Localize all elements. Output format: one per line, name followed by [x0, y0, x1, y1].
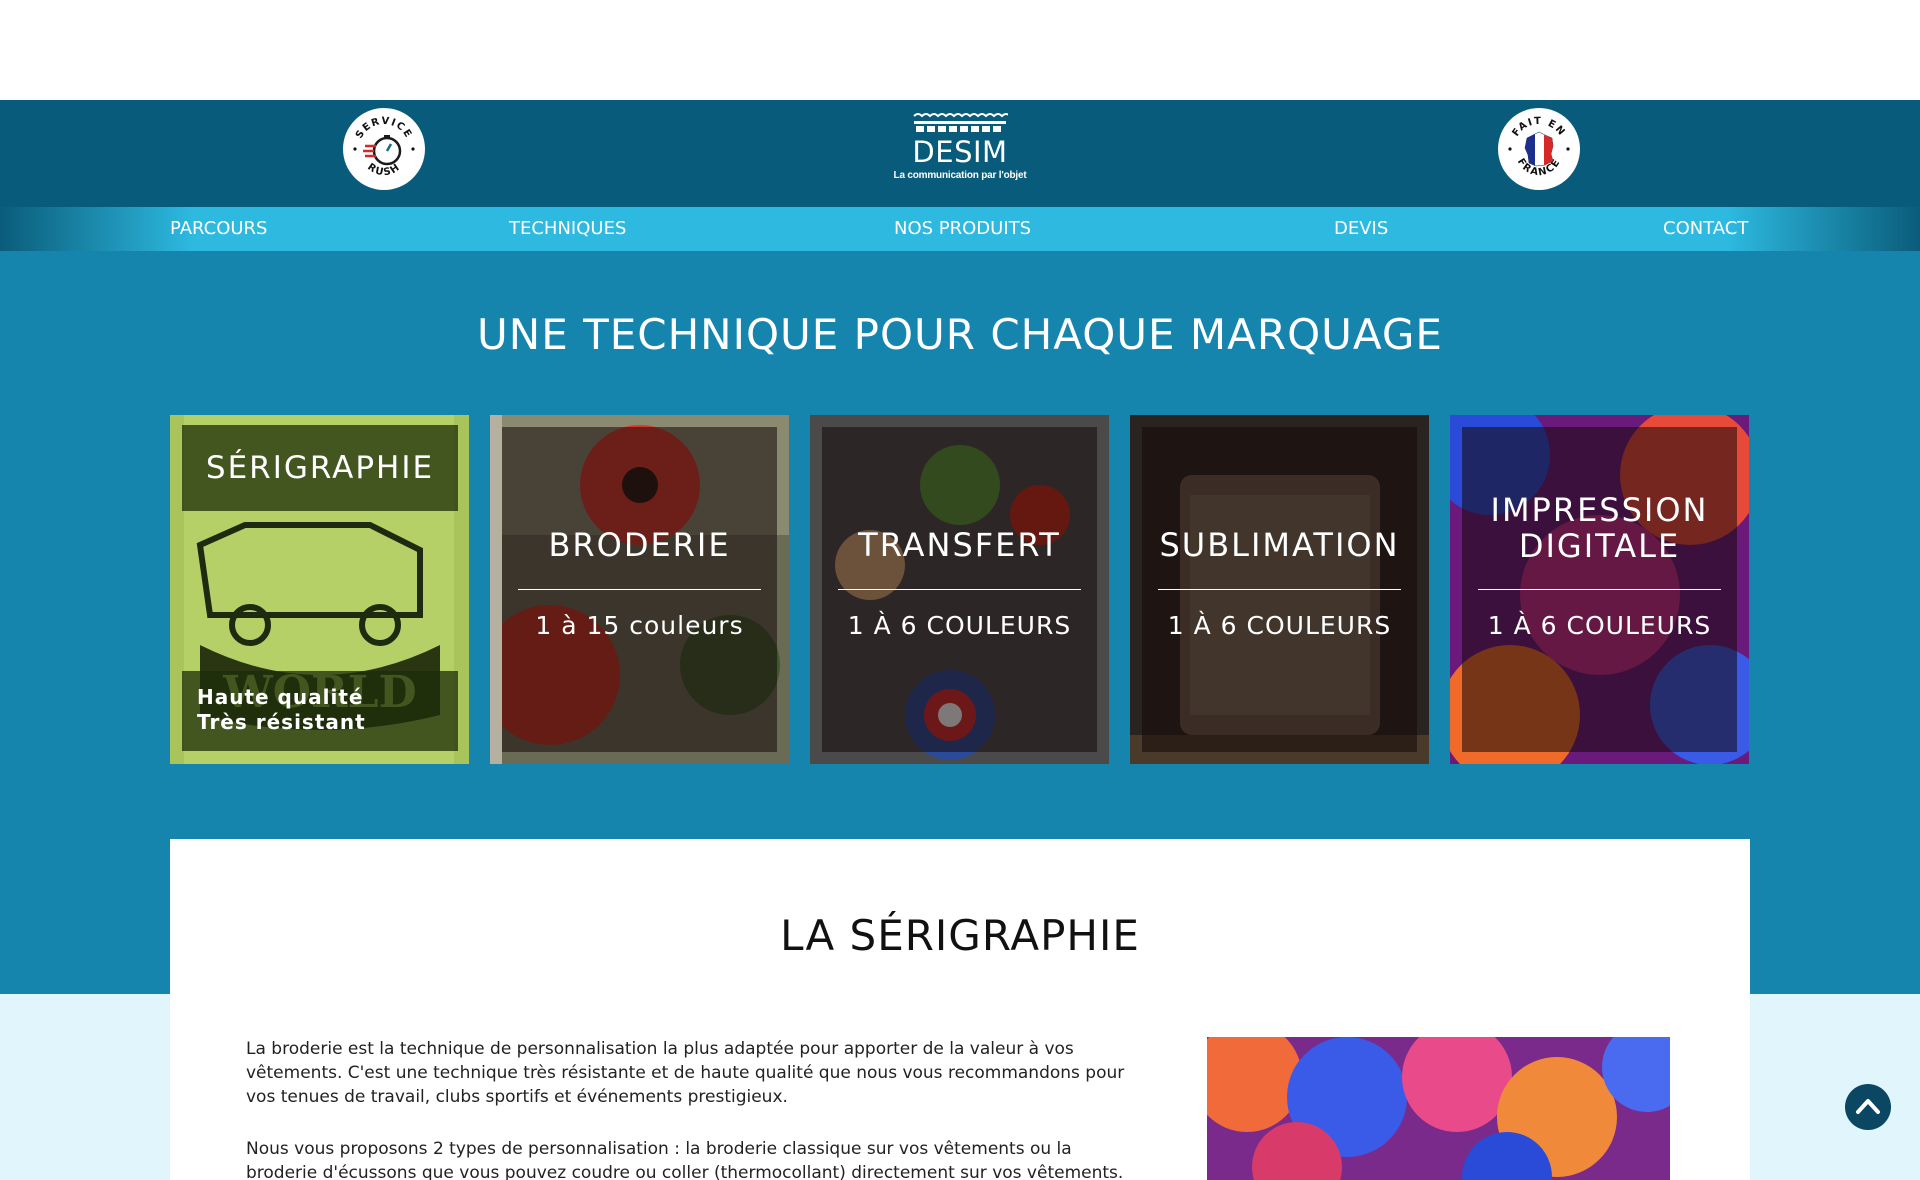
card-sublimation[interactable]: SUBLIMATION 1 À 6 COULEURS — [1130, 415, 1429, 764]
card-serigraphie[interactable]: WORLD SÉRIGRAPHIE Haute qualité Très rés… — [170, 415, 469, 764]
card-divider — [518, 589, 761, 590]
nav-item-contact[interactable]: CONTACT — [1663, 217, 1748, 241]
fait-en-france-badge[interactable]: FAIT EN FRANCE — [1498, 108, 1580, 190]
card-title: SÉRIGRAPHIE — [205, 450, 435, 486]
stopwatch-icon: SERVICE RUSH — [353, 116, 415, 178]
card-divider — [838, 589, 1081, 590]
card-title: SUBLIMATION — [1159, 526, 1400, 564]
content-paragraph: Nous vous proposons 2 types de personnal… — [246, 1139, 1124, 1180]
nav-item-techniques[interactable]: TECHNIQUES — [509, 217, 626, 241]
card-broderie[interactable]: BRODERIE 1 à 15 couleurs — [490, 415, 789, 764]
card-title: TRANSFERT — [858, 526, 1061, 564]
logo-emblem-icon — [913, 113, 1008, 132]
logo-tagline: La communication par l'objet — [893, 170, 1027, 181]
card-divider — [1478, 589, 1721, 590]
card-feature: Haute qualité — [197, 685, 364, 709]
france-map-icon: FAIT EN FRANCE — [1508, 116, 1570, 178]
desim-logo[interactable]: DESIM La communication par l'objet — [884, 112, 1036, 194]
card-title: IMPRESSION — [1490, 491, 1709, 529]
scroll-top-button[interactable] — [1845, 1084, 1891, 1130]
card-subtitle: 1 À 6 COULEURS — [1167, 611, 1392, 640]
nav-item-parcours[interactable]: PARCOURS — [170, 217, 267, 241]
content-title: LA SÉRIGRAPHIE — [780, 911, 1140, 960]
card-subtitle: 1 à 15 couleurs — [535, 611, 744, 640]
nav-item-nos-produits[interactable]: NOS PRODUITS — [894, 217, 1031, 241]
section-title: UNE TECHNIQUE POUR CHAQUE MARQUAGE — [477, 310, 1443, 359]
nav-item-devis[interactable]: DEVIS — [1334, 217, 1388, 241]
card-subtitle: 1 À 6 COULEURS — [1487, 611, 1712, 640]
chevron-up-icon — [1856, 1099, 1880, 1114]
card-title: BRODERIE — [548, 526, 731, 564]
card-divider — [1158, 589, 1401, 590]
logo-name: DESIM — [912, 135, 1008, 169]
content-paragraph: La broderie est la technique de personna… — [246, 1039, 1125, 1107]
serigraphie-title-box: SÉRIGRAPHIE — [182, 425, 458, 511]
service-rush-badge[interactable]: SERVICE RUSH — [343, 108, 425, 190]
card-title: DIGITALE — [1518, 527, 1681, 565]
card-impression-digitale[interactable]: IMPRESSION DIGITALE 1 À 6 COULEURS — [1450, 415, 1749, 764]
card-subtitle: 1 À 6 COULEURS — [847, 611, 1072, 640]
card-transfert[interactable]: TRANSFERT 1 À 6 COULEURS — [810, 415, 1109, 764]
card-feature: Très résistant — [197, 710, 366, 734]
hydrangea-image — [1207, 1037, 1670, 1180]
serigraphie-features-box: Haute qualité Très résistant — [182, 671, 458, 751]
